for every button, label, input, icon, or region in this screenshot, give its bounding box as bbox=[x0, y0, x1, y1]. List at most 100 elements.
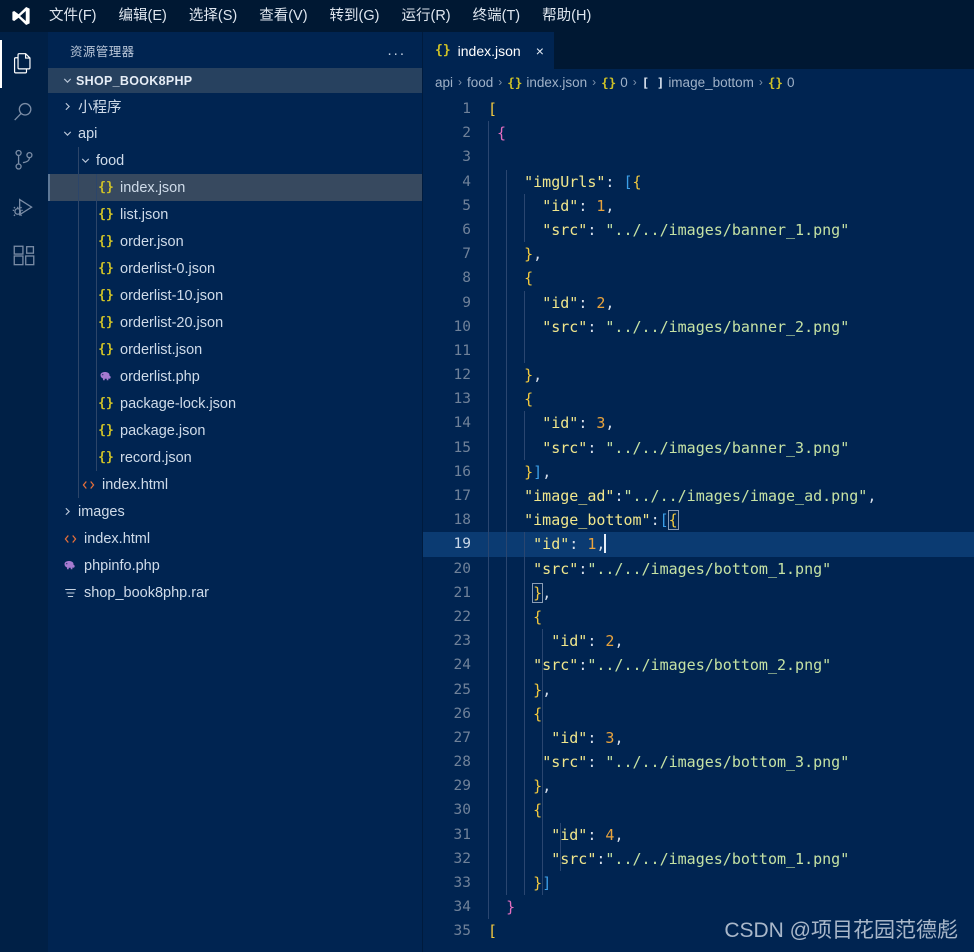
menu-item-6[interactable]: 终端(T) bbox=[462, 1, 532, 31]
token-br1: { bbox=[533, 608, 542, 626]
line-content: "image_ad":"../../images/image_ad.png", bbox=[485, 484, 974, 508]
code-lines: 1[2 {34 "imgUrls": [{5 "id": 1,6 "src": … bbox=[423, 95, 974, 944]
tree-indent-guide bbox=[96, 255, 97, 282]
archive-file-icon bbox=[58, 586, 82, 600]
line-content: } bbox=[485, 895, 974, 919]
breadcrumb-segment-2[interactable]: {}index.json bbox=[507, 75, 587, 90]
token-punc bbox=[488, 221, 542, 239]
close-icon[interactable]: × bbox=[536, 44, 544, 58]
code-line-35: 35[ bbox=[423, 919, 974, 943]
activity-item-extensions[interactable] bbox=[0, 232, 48, 280]
code-line-10: 10 "src": "../../images/banner_2.png" bbox=[423, 315, 974, 339]
line-number: 17 bbox=[423, 484, 485, 508]
activity-item-source-control[interactable] bbox=[0, 136, 48, 184]
object-icon: {} bbox=[768, 75, 783, 90]
line-content: "src": "../../images/bottom_3.png" bbox=[485, 750, 974, 774]
tree-item-images[interactable]: images bbox=[48, 498, 422, 525]
file-tree-rows: 小程序apifood{}index.json{}list.json{}order… bbox=[48, 93, 422, 606]
json-file-icon: {} bbox=[94, 315, 118, 330]
tree-item-order-json[interactable]: {}order.json bbox=[48, 228, 422, 255]
menu-item-4[interactable]: 转到(G) bbox=[319, 1, 391, 31]
tree-indent-guide bbox=[78, 282, 79, 309]
code-line-33: 33 }] bbox=[423, 871, 974, 895]
token-punc: , bbox=[614, 632, 623, 650]
tree-item-label: index.html bbox=[100, 477, 168, 493]
line-content: }, bbox=[485, 363, 974, 387]
tree-root-shop-book8php[interactable]: SHOP_BOOK8PHP bbox=[48, 68, 422, 93]
tree-item-orderlist-json[interactable]: {}orderlist.json bbox=[48, 336, 422, 363]
tree-indent-guide bbox=[78, 336, 79, 363]
line-number: 35 bbox=[423, 919, 485, 943]
tree-item-list-json[interactable]: {}list.json bbox=[48, 201, 422, 228]
code-line-18: 18 "image_bottom":[{ bbox=[423, 508, 974, 532]
more-actions-icon[interactable]: ... bbox=[387, 42, 406, 59]
line-number: 27 bbox=[423, 726, 485, 750]
menu-item-0[interactable]: 文件(F) bbox=[38, 1, 108, 31]
token-key: "src" bbox=[533, 656, 578, 674]
breadcrumb-segment-5[interactable]: {}0 bbox=[768, 75, 795, 90]
token-punc: , bbox=[542, 681, 551, 699]
tree-indent-guide bbox=[96, 309, 97, 336]
tree-item-orderlist-10-json[interactable]: {}orderlist-10.json bbox=[48, 282, 422, 309]
breadcrumb-separator: › bbox=[759, 75, 763, 89]
tree-item-record-json[interactable]: {}record.json bbox=[48, 444, 422, 471]
explorer-sidebar: 资源管理器 ... SHOP_BOOK8PHP 小程序apifood{}inde… bbox=[48, 32, 423, 952]
menu-item-5[interactable]: 运行(R) bbox=[390, 1, 461, 31]
token-punc bbox=[488, 414, 542, 432]
code-editor[interactable]: 1[2 {34 "imgUrls": [{5 "id": 1,6 "src": … bbox=[423, 95, 974, 952]
tree-item-index-html[interactable]: index.html bbox=[48, 471, 422, 498]
code-line-22: 22 { bbox=[423, 605, 974, 629]
code-line-12: 12 }, bbox=[423, 363, 974, 387]
token-punc bbox=[488, 197, 542, 215]
token-punc bbox=[488, 390, 524, 408]
tree-item-package-lock-json[interactable]: {}package-lock.json bbox=[48, 390, 422, 417]
tree-item-orderlist-0-json[interactable]: {}orderlist-0.json bbox=[48, 255, 422, 282]
token-br1: } bbox=[533, 584, 542, 602]
breadcrumb-label: api bbox=[435, 75, 453, 90]
line-content: "image_bottom":[{ bbox=[485, 508, 974, 532]
tree-indent-guide bbox=[78, 228, 79, 255]
line-number: 32 bbox=[423, 847, 485, 871]
token-punc bbox=[488, 608, 533, 626]
line-number: 4 bbox=[423, 170, 485, 194]
breadcrumb-segment-1[interactable]: food bbox=[467, 75, 493, 90]
tree-item-food[interactable]: food bbox=[48, 147, 422, 174]
tree-item-orderlist-php[interactable]: orderlist.php bbox=[48, 363, 422, 390]
menu-item-1[interactable]: 编辑(E) bbox=[108, 1, 178, 31]
token-key: "id" bbox=[551, 826, 587, 844]
menu-item-3[interactable]: 查看(V) bbox=[248, 1, 318, 31]
line-number: 9 bbox=[423, 291, 485, 315]
activity-item-run-debug[interactable] bbox=[0, 184, 48, 232]
breadcrumb-segment-4[interactable]: [ ]image_bottom bbox=[642, 75, 754, 90]
token-punc: , bbox=[605, 197, 614, 215]
token-key: "src" bbox=[542, 753, 587, 771]
tree-item-index-json[interactable]: {}index.json bbox=[48, 174, 422, 201]
activity-item-explorer[interactable] bbox=[0, 40, 48, 88]
breadcrumb-label: food bbox=[467, 75, 493, 90]
menu-item-7[interactable]: 帮助(H) bbox=[531, 1, 602, 31]
main-area: 资源管理器 ... SHOP_BOOK8PHP 小程序apifood{}inde… bbox=[0, 32, 974, 952]
menu-item-2[interactable]: 选择(S) bbox=[178, 1, 248, 31]
tree-item-index-html[interactable]: index.html bbox=[48, 525, 422, 552]
tree-item--[interactable]: 小程序 bbox=[48, 93, 422, 120]
tree-item-orderlist-20-json[interactable]: {}orderlist-20.json bbox=[48, 309, 422, 336]
activity-item-search[interactable] bbox=[0, 88, 48, 136]
line-number: 33 bbox=[423, 871, 485, 895]
vscode-window: 文件(F)编辑(E)选择(S)查看(V)转到(G)运行(R)终端(T)帮助(H) bbox=[0, 0, 974, 952]
tree-item-shop-book8php-rar[interactable]: shop_book8php.rar bbox=[48, 579, 422, 606]
tree-item-api[interactable]: api bbox=[48, 120, 422, 147]
line-content bbox=[485, 339, 974, 363]
tree-item-phpinfo-php[interactable]: phpinfo.php bbox=[48, 552, 422, 579]
token-punc bbox=[488, 269, 524, 287]
breadcrumb-segment-0[interactable]: api bbox=[435, 75, 453, 90]
indent-guides bbox=[485, 678, 974, 702]
token-br3: ] bbox=[542, 874, 551, 892]
token-punc bbox=[488, 656, 533, 674]
tree-item-package-json[interactable]: {}package.json bbox=[48, 417, 422, 444]
html-file-icon bbox=[76, 478, 100, 492]
token-punc bbox=[488, 560, 533, 578]
vscode-logo-icon bbox=[4, 0, 38, 32]
tab-index-json[interactable]: {} index.json × bbox=[423, 32, 555, 69]
token-punc: : bbox=[578, 414, 596, 432]
breadcrumb-segment-3[interactable]: {}0 bbox=[601, 75, 628, 90]
